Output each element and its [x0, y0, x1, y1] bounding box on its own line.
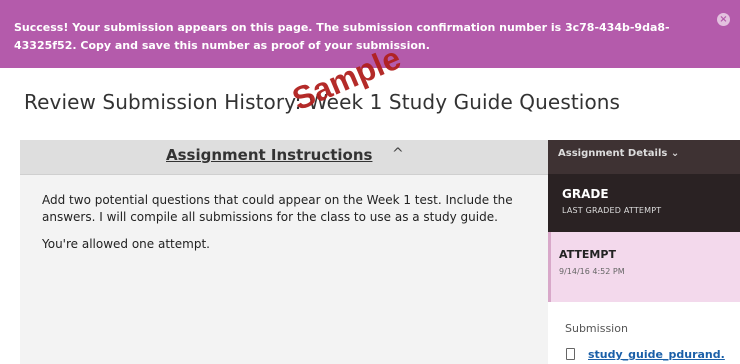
success-message: Success! Your submission appears on this… — [14, 21, 670, 52]
attempt-item[interactable]: ATTEMPT 9/14/16 4:52 PM — [548, 232, 740, 302]
attempt-title: ATTEMPT — [559, 248, 616, 261]
assignment-details-text[interactable]: Assignment Details — [558, 148, 667, 159]
instructions-toggle[interactable]: Assignment Instructions ^ — [20, 140, 548, 175]
submission-file-link[interactable]: study_guide_pdurand. — [588, 348, 725, 361]
instructions-paragraph: Add two potential questions that could a… — [42, 193, 513, 224]
attempt-date: 9/14/16 4:52 PM — [559, 267, 625, 276]
instructions-panel: Assignment Instructions ^ Add two potent… — [20, 140, 548, 364]
submission-section: Submission study_guide_pdurand. — [548, 302, 740, 364]
chevron-down-icon[interactable]: ⌄ — [671, 148, 679, 159]
assignment-details-label[interactable]: Assignment Details ⌄ — [558, 148, 679, 159]
close-icon[interactable]: × — [717, 13, 730, 26]
chevron-up-icon[interactable]: ^ — [392, 146, 404, 162]
grade-subtitle: LAST GRADED ATTEMPT — [562, 206, 662, 215]
grade-title: GRADE — [562, 187, 609, 201]
file-icon — [566, 348, 575, 360]
instructions-body: Add two potential questions that could a… — [42, 192, 532, 263]
assignment-details-toggle[interactable]: Assignment Details ⌄ — [548, 140, 740, 174]
submission-label: Submission — [565, 322, 628, 335]
grade-section: GRADE LAST GRADED ATTEMPT — [548, 174, 740, 232]
instructions-header-label[interactable]: Assignment Instructions — [166, 146, 372, 164]
instructions-paragraph: You're allowed one attempt. — [42, 237, 210, 251]
